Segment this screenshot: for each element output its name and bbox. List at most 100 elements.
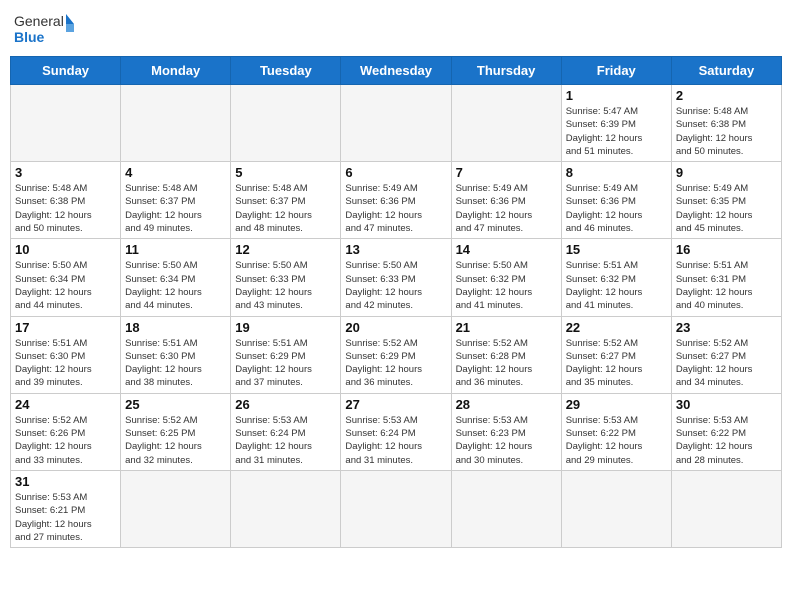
calendar-cell: 23 Sunrise: 5:52 AM Sunset: 6:27 PM Dayli… — [671, 316, 781, 393]
calendar-cell: 28 Sunrise: 5:53 AM Sunset: 6:23 PM Dayli… — [451, 393, 561, 470]
day-info: Sunrise: 5:52 AM Sunset: 6:29 PM Dayligh… — [345, 337, 446, 390]
day-info: Sunrise: 5:48 AM Sunset: 6:37 PM Dayligh… — [235, 182, 336, 235]
calendar-cell: 5 Sunrise: 5:48 AM Sunset: 6:37 PM Daylig… — [231, 162, 341, 239]
day-info: Sunrise: 5:51 AM Sunset: 6:29 PM Dayligh… — [235, 337, 336, 390]
day-info: Sunrise: 5:51 AM Sunset: 6:30 PM Dayligh… — [15, 337, 116, 390]
calendar-cell: 18 Sunrise: 5:51 AM Sunset: 6:30 PM Dayli… — [121, 316, 231, 393]
week-row-6: 31 Sunrise: 5:53 AM Sunset: 6:21 PM Dayli… — [11, 470, 782, 547]
day-number: 22 — [566, 320, 667, 335]
day-info: Sunrise: 5:50 AM Sunset: 6:32 PM Dayligh… — [456, 259, 557, 312]
day-number: 29 — [566, 397, 667, 412]
day-number: 27 — [345, 397, 446, 412]
svg-text:General: General — [14, 13, 64, 29]
weekday-header-friday: Friday — [561, 57, 671, 85]
calendar-cell — [671, 470, 781, 547]
calendar-cell: 26Sunrise: 5:53 AM Sunset: 6:24 PM Dayli… — [231, 393, 341, 470]
day-info: Sunrise: 5:48 AM Sunset: 6:37 PM Dayligh… — [125, 182, 226, 235]
day-number: 14 — [456, 242, 557, 257]
day-info: Sunrise: 5:53 AM Sunset: 6:21 PM Dayligh… — [15, 491, 116, 544]
week-row-3: 10 Sunrise: 5:50 AM Sunset: 6:34 PM Dayli… — [11, 239, 782, 316]
day-info: Sunrise: 5:51 AM Sunset: 6:31 PM Dayligh… — [676, 259, 777, 312]
day-info: Sunrise: 5:52 AM Sunset: 6:26 PM Dayligh… — [15, 414, 116, 467]
calendar-cell — [231, 85, 341, 162]
calendar-cell: 21Sunrise: 5:52 AM Sunset: 6:28 PM Dayli… — [451, 316, 561, 393]
calendar-cell: 22 Sunrise: 5:52 AM Sunset: 6:27 PM Dayli… — [561, 316, 671, 393]
day-number: 13 — [345, 242, 446, 257]
day-number: 3 — [15, 165, 116, 180]
calendar-cell: 14 Sunrise: 5:50 AM Sunset: 6:32 PM Dayli… — [451, 239, 561, 316]
calendar-cell: 3 Sunrise: 5:48 AM Sunset: 6:38 PM Daylig… — [11, 162, 121, 239]
day-number: 24 — [15, 397, 116, 412]
day-number: 23 — [676, 320, 777, 335]
day-number: 30 — [676, 397, 777, 412]
day-number: 17 — [15, 320, 116, 335]
day-number: 25 — [125, 397, 226, 412]
day-info: Sunrise: 5:48 AM Sunset: 6:38 PM Dayligh… — [15, 182, 116, 235]
weekday-header-saturday: Saturday — [671, 57, 781, 85]
week-row-1: 1Sunrise: 5:47 AM Sunset: 6:39 PM Daylig… — [11, 85, 782, 162]
calendar-cell: 12Sunrise: 5:50 AM Sunset: 6:33 PM Dayli… — [231, 239, 341, 316]
calendar-cell: 2Sunrise: 5:48 AM Sunset: 6:38 PM Daylig… — [671, 85, 781, 162]
day-number: 16 — [676, 242, 777, 257]
day-info: Sunrise: 5:51 AM Sunset: 6:30 PM Dayligh… — [125, 337, 226, 390]
day-info: Sunrise: 5:53 AM Sunset: 6:22 PM Dayligh… — [676, 414, 777, 467]
calendar-cell: 27 Sunrise: 5:53 AM Sunset: 6:24 PM Dayli… — [341, 393, 451, 470]
calendar-cell: 29Sunrise: 5:53 AM Sunset: 6:22 PM Dayli… — [561, 393, 671, 470]
calendar-cell: 10 Sunrise: 5:50 AM Sunset: 6:34 PM Dayli… — [11, 239, 121, 316]
day-number: 18 — [125, 320, 226, 335]
calendar-cell: 17 Sunrise: 5:51 AM Sunset: 6:30 PM Dayli… — [11, 316, 121, 393]
calendar-cell: 31 Sunrise: 5:53 AM Sunset: 6:21 PM Dayli… — [11, 470, 121, 547]
weekday-header-monday: Monday — [121, 57, 231, 85]
calendar-cell: 4 Sunrise: 5:48 AM Sunset: 6:37 PM Daylig… — [121, 162, 231, 239]
day-info: Sunrise: 5:49 AM Sunset: 6:36 PM Dayligh… — [345, 182, 446, 235]
day-info: Sunrise: 5:52 AM Sunset: 6:27 PM Dayligh… — [676, 337, 777, 390]
calendar-cell: 30 Sunrise: 5:53 AM Sunset: 6:22 PM Dayli… — [671, 393, 781, 470]
day-info: Sunrise: 5:53 AM Sunset: 6:24 PM Dayligh… — [345, 414, 446, 467]
calendar-cell — [121, 85, 231, 162]
calendar-cell — [11, 85, 121, 162]
calendar-cell: 19 Sunrise: 5:51 AM Sunset: 6:29 PM Dayli… — [231, 316, 341, 393]
day-info: Sunrise: 5:49 AM Sunset: 6:36 PM Dayligh… — [456, 182, 557, 235]
calendar-cell: 16 Sunrise: 5:51 AM Sunset: 6:31 PM Dayli… — [671, 239, 781, 316]
weekday-header-sunday: Sunday — [11, 57, 121, 85]
day-number: 19 — [235, 320, 336, 335]
day-info: Sunrise: 5:52 AM Sunset: 6:25 PM Dayligh… — [125, 414, 226, 467]
day-info: Sunrise: 5:51 AM Sunset: 6:32 PM Dayligh… — [566, 259, 667, 312]
weekday-header-wednesday: Wednesday — [341, 57, 451, 85]
day-number: 20 — [345, 320, 446, 335]
weekday-header-thursday: Thursday — [451, 57, 561, 85]
day-info: Sunrise: 5:50 AM Sunset: 6:34 PM Dayligh… — [15, 259, 116, 312]
calendar-cell: 24 Sunrise: 5:52 AM Sunset: 6:26 PM Dayli… — [11, 393, 121, 470]
calendar-table: SundayMondayTuesdayWednesdayThursdayFrid… — [10, 56, 782, 548]
calendar-cell: 15 Sunrise: 5:51 AM Sunset: 6:32 PM Dayli… — [561, 239, 671, 316]
calendar-cell — [121, 470, 231, 547]
calendar-cell — [561, 470, 671, 547]
day-number: 28 — [456, 397, 557, 412]
day-info: Sunrise: 5:53 AM Sunset: 6:23 PM Dayligh… — [456, 414, 557, 467]
day-number: 10 — [15, 242, 116, 257]
day-number: 5 — [235, 165, 336, 180]
logo: General Blue — [14, 10, 74, 48]
calendar-cell: 6Sunrise: 5:49 AM Sunset: 6:36 PM Daylig… — [341, 162, 451, 239]
day-number: 15 — [566, 242, 667, 257]
day-info: Sunrise: 5:50 AM Sunset: 6:33 PM Dayligh… — [345, 259, 446, 312]
day-number: 4 — [125, 165, 226, 180]
calendar-cell: 13 Sunrise: 5:50 AM Sunset: 6:33 PM Dayli… — [341, 239, 451, 316]
calendar-cell — [341, 470, 451, 547]
day-info: Sunrise: 5:53 AM Sunset: 6:24 PM Dayligh… — [235, 414, 336, 467]
day-number: 1 — [566, 88, 667, 103]
day-info: Sunrise: 5:49 AM Sunset: 6:35 PM Dayligh… — [676, 182, 777, 235]
day-number: 11 — [125, 242, 226, 257]
day-info: Sunrise: 5:48 AM Sunset: 6:38 PM Dayligh… — [676, 105, 777, 158]
day-info: Sunrise: 5:50 AM Sunset: 6:33 PM Dayligh… — [235, 259, 336, 312]
weekday-header-tuesday: Tuesday — [231, 57, 341, 85]
day-info: Sunrise: 5:50 AM Sunset: 6:34 PM Dayligh… — [125, 259, 226, 312]
day-number: 9 — [676, 165, 777, 180]
day-info: Sunrise: 5:52 AM Sunset: 6:28 PM Dayligh… — [456, 337, 557, 390]
day-number: 31 — [15, 474, 116, 489]
calendar-cell: 9 Sunrise: 5:49 AM Sunset: 6:35 PM Daylig… — [671, 162, 781, 239]
day-number: 8 — [566, 165, 667, 180]
calendar-cell — [341, 85, 451, 162]
calendar-cell — [451, 85, 561, 162]
day-info: Sunrise: 5:52 AM Sunset: 6:27 PM Dayligh… — [566, 337, 667, 390]
